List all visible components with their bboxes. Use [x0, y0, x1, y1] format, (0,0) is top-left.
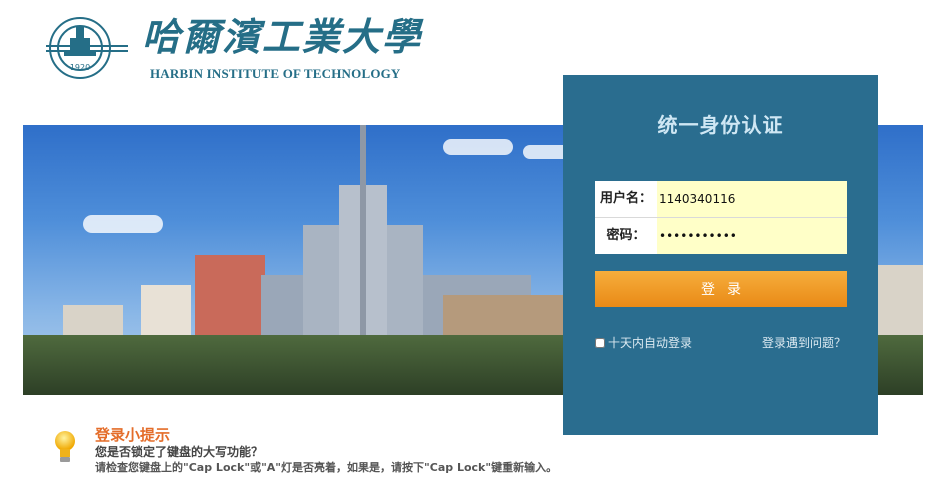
remember-checkbox[interactable] — [595, 338, 605, 348]
tips-title: 登录小提示 — [95, 426, 171, 444]
remember-me[interactable]: 十天内自动登录 — [595, 334, 692, 351]
username-input[interactable] — [657, 181, 847, 217]
school-name-english: HARBIN INSTITUTE OF TECHNOLOGY — [150, 66, 401, 81]
emblem-year: 1920 — [70, 63, 90, 72]
username-label: 用户名： — [599, 191, 652, 206]
password-input[interactable] — [657, 218, 847, 254]
lightbulb-icon — [55, 431, 75, 462]
username-row: 用户名： — [595, 181, 847, 218]
login-title: 统一身份认证 — [657, 113, 784, 137]
school-name-chinese: 哈爾濱工業大學 — [142, 14, 423, 59]
school-emblem-icon: 1920 — [46, 17, 128, 79]
password-row: 密码： — [595, 218, 847, 254]
tips-caps-question: 您是否锁定了键盘的大写功能？ — [95, 445, 264, 459]
tips-caps-instruction: 请检查您键盘上的"Cap Lock"或"A"灯是否亮着，如果是，请按下"Cap … — [95, 461, 558, 474]
login-button[interactable]: 登录 — [595, 271, 847, 307]
password-label: 密码： — [606, 228, 646, 243]
remember-label: 十天内自动登录 — [608, 336, 693, 350]
login-panel: 统一身份认证 用户名： 密码： 登录 十天内自动登录 登录遇到问题？ — [563, 75, 878, 435]
login-help-link[interactable]: 登录遇到问题？ — [762, 334, 846, 351]
